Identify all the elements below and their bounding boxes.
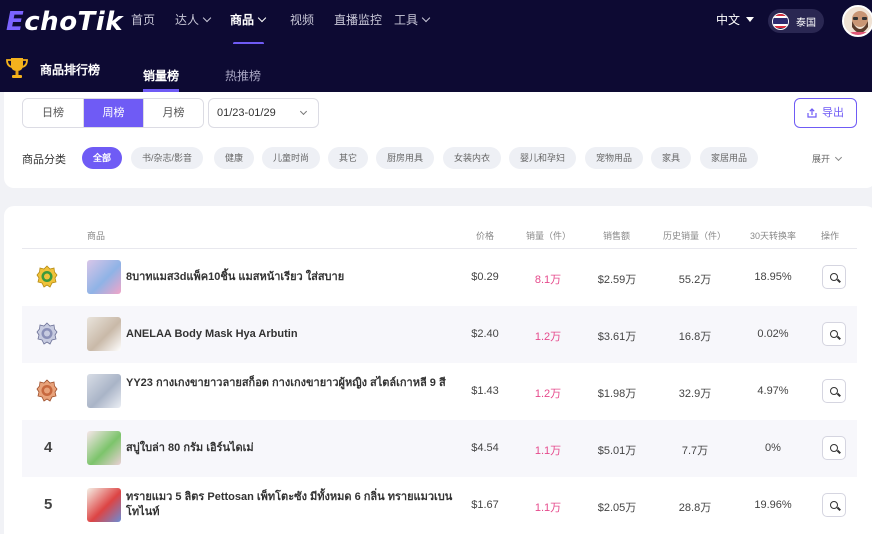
product-name[interactable]: 8บาทแมส3dแพ็ค10ชิ้น แมสหน้าเรียว ใส่สบาย [126,270,456,285]
search-icon-handle [837,449,841,454]
search-icon-handle [837,392,841,397]
category-chip-womens-underwear[interactable]: 女装内衣 [443,147,502,169]
sales-cell: 1.2万 [534,388,562,400]
tab-sales-ranking[interactable]: 销量榜 [143,67,179,84]
revenue-cell: $2.05万 [597,502,637,514]
expand-categories-button[interactable]: 展开 [812,152,843,165]
conversion-cell: 18.95% [754,271,792,283]
language-selector[interactable]: 中文 [716,0,755,40]
category-chip-kitchen[interactable]: 厨房用具 [376,147,435,169]
conversion-cell: 4.97% [757,385,789,397]
view-detail-button[interactable] [822,379,846,403]
tab-monthly[interactable]: 月榜 [143,99,203,127]
conversion-cell: 0.02% [757,328,789,340]
conversion-cell: 0% [765,442,781,454]
date-range-select[interactable]: 01/23-01/29 [208,98,319,128]
tab-hot-promo-ranking[interactable]: 热推榜 [225,67,261,84]
view-detail-button[interactable] [822,265,846,289]
export-button[interactable]: 导出 [794,98,857,128]
sales-cell: 8.1万 [534,274,562,286]
view-detail-button[interactable] [822,493,846,517]
col-header-product: 商品 [87,231,106,241]
rank-medal-icon [36,379,58,402]
nav-item-products[interactable]: 商品 [230,0,267,44]
category-chip-home[interactable]: 家居用品 [700,147,759,169]
tab-weekly[interactable]: 周榜 [83,99,143,127]
page-title: 商品排行榜 [40,63,101,77]
category-chip-books[interactable]: 书/杂志/影音 [131,147,204,169]
chevron-down-icon [202,13,212,23]
rank-medal-icon [36,322,58,345]
category-chip-furniture[interactable]: 家具 [651,147,692,169]
revenue-cell: $5.01万 [597,445,637,457]
nav-item-influencers[interactable]: 达人 [175,0,212,44]
col-header-price[interactable]: 价格 [476,229,494,242]
sub-header [0,44,872,92]
view-detail-button[interactable] [822,436,846,460]
tab-daily[interactable]: 日榜 [23,99,83,127]
product-thumbnail[interactable] [87,431,121,465]
col-header-revenue[interactable]: 销售额 [603,229,630,242]
col-header-sales[interactable]: 销量（件） [526,229,571,242]
nav-item-tools[interactable]: 工具 [394,0,431,44]
category-chip-kids-fashion[interactable]: 儿童时尚 [262,147,321,169]
nav-item-live-monitor[interactable]: 直播监控 [334,0,382,44]
user-avatar-icon [844,7,872,35]
history-sales-cell: 28.8万 [678,502,712,514]
sales-cell: 1.1万 [534,445,562,457]
product-thumbnail[interactable] [87,488,121,522]
chevron-down-icon [834,153,843,162]
sales-cell: 1.1万 [534,502,562,514]
sales-cell: 1.2万 [534,331,562,343]
product-name[interactable]: สบู่ใบล่า 80 กรัม เอิร์นไดเม่ [126,441,456,456]
region-selector[interactable]: 泰国 [768,9,824,33]
product-thumbnail[interactable] [87,260,121,294]
rank-number: 5 [44,496,53,513]
category-chip-baby-maternity[interactable]: 婴儿和孕妇 [509,147,577,169]
chevron-down-icon [421,13,431,23]
product-name[interactable]: YY23 กางเกงขายาวลายสก็อต กางเกงขายาวผู้ห… [126,376,456,391]
category-label: 商品分类 [22,154,66,166]
nav-item-home[interactable]: 首页 [131,0,155,44]
nav-item-videos[interactable]: 视频 [290,0,314,44]
history-sales-cell: 55.2万 [678,274,712,286]
revenue-cell: $2.59万 [597,274,637,286]
trophy-icon [6,58,28,78]
rank-medal-icon [36,265,58,288]
thailand-flag-icon [772,12,789,30]
chevron-down-icon [257,13,267,23]
category-chip-all[interactable]: 全部 [82,147,123,169]
history-sales-cell: 32.9万 [678,388,712,400]
export-icon [807,108,817,118]
col-header-action: 操作 [821,231,840,241]
revenue-cell: $1.98万 [597,388,637,400]
product-name[interactable]: ANELAA Body Mask Hya Arbutin [126,327,456,342]
rank-number: 4 [44,439,53,456]
search-icon-handle [837,335,841,340]
category-chip-health[interactable]: 健康 [214,147,255,169]
col-header-conversion[interactable]: 30天转换率 [750,229,796,242]
product-thumbnail[interactable] [87,317,121,351]
search-icon-handle [837,506,841,511]
search-icon-handle [837,278,841,283]
category-chip-pet-supplies[interactable]: 宠物用品 [585,147,644,169]
product-thumbnail[interactable] [87,374,121,408]
period-segmented-control: 日榜 周榜 月榜 [22,98,204,128]
history-sales-cell: 7.7万 [681,445,709,457]
chevron-down-icon [299,107,308,116]
category-chip-other[interactable]: 其它 [328,147,369,169]
conversion-cell: 19.96% [754,499,792,511]
view-detail-button[interactable] [822,322,846,346]
caret-down-icon [746,17,755,22]
col-header-history-sales[interactable]: 历史销量（件） [663,229,726,242]
product-name[interactable]: ทรายแมว 5 ลิตร Pettosan เพ็ทโตะซัง มีทั้… [126,490,456,520]
avatar[interactable] [842,5,872,37]
revenue-cell: $3.61万 [597,331,637,343]
history-sales-cell: 16.8万 [678,331,712,343]
logo[interactable]: EchoTik [6,8,123,36]
